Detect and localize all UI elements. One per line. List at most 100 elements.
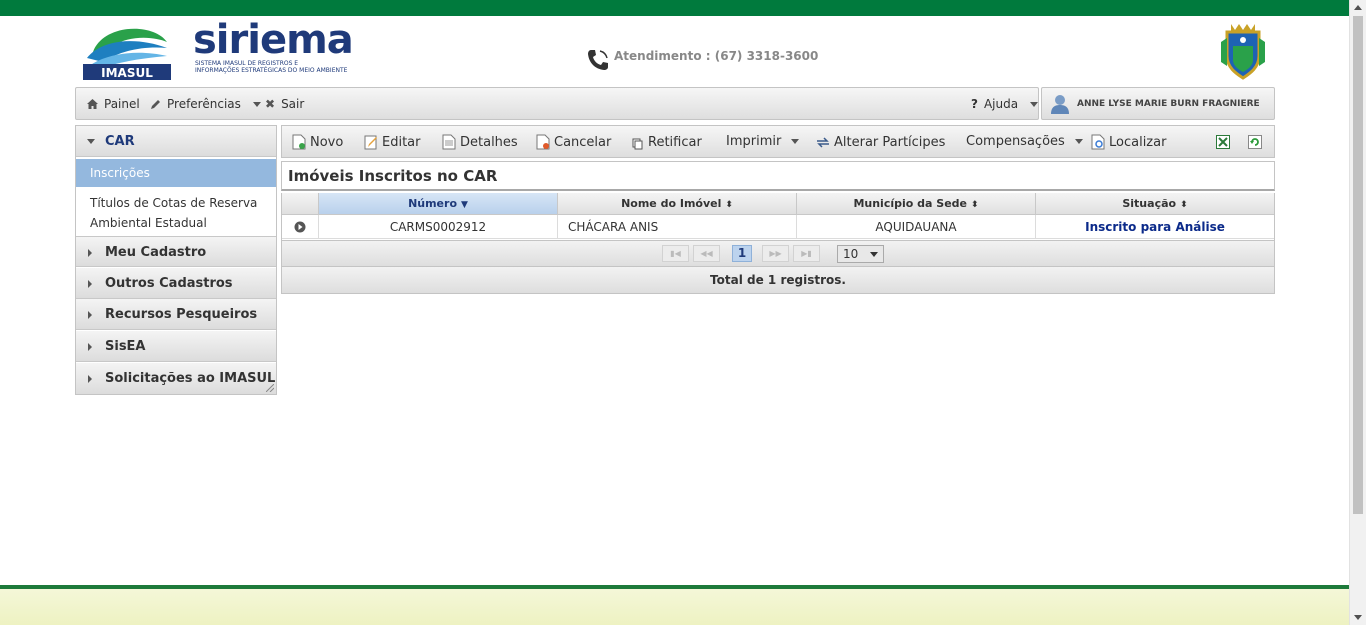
compensacoes-button[interactable]: Compensações <box>966 134 1083 149</box>
sidebar-section-meu-cadastro[interactable]: Meu Cadastro <box>76 236 276 267</box>
cell-situacao: Inscrito para Análise <box>1036 215 1274 239</box>
detalhes-label: Detalhes <box>460 134 518 150</box>
user-box[interactable]: ANNE LYSE MARIE BURN FRAGNIERE <box>1041 87 1275 120</box>
copy-icon <box>632 138 643 150</box>
imprimir-button[interactable]: Imprimir <box>726 134 800 149</box>
grid-header-expander <box>282 193 319 215</box>
menu-ajuda[interactable]: ? Ajuda <box>971 97 1039 111</box>
menu-ajuda-label: Ajuda <box>983 97 1019 111</box>
panel-title: Imóveis Inscritos no CAR <box>288 167 498 185</box>
excel-export-icon[interactable] <box>1216 135 1230 149</box>
refresh-icon[interactable] <box>1248 135 1262 149</box>
state-coat-of-arms-icon <box>1221 24 1265 80</box>
details-icon <box>442 134 456 150</box>
chevron-right-icon <box>88 375 92 383</box>
pager-next-button[interactable]: ▶▶ <box>762 245 789 262</box>
sort-icon: ⬍ <box>725 200 733 210</box>
actions-toolbar: Novo Editar Detalhes Cancelar Retificar … <box>281 125 1275 158</box>
siriema-logo: siriema SISTEMA IMASUL DE REGISTROS E IN… <box>193 20 363 82</box>
user-avatar-icon <box>1051 95 1069 114</box>
scroll-thumb[interactable] <box>1353 16 1363 514</box>
sidebar-item-inscricoes-label: Inscrições <box>90 166 150 180</box>
page-size-select[interactable]: 10 <box>837 245 884 263</box>
siriema-subtitle-2: INFORMAÇÕES ESTRATÉGICAS DO MEIO AMBIENT… <box>195 67 348 74</box>
data-grid: Número ▼ Nome do Imóvel ⬍ Município da Sed… <box>281 193 1275 240</box>
sidebar-section-outros-cadastros[interactable]: Outros Cadastros <box>76 268 276 299</box>
row-expander[interactable] <box>282 215 319 239</box>
cell-numero: CARMS0002912 <box>319 215 558 239</box>
menu-preferencias[interactable]: Preferências <box>150 97 261 111</box>
retificar-label: Retificar <box>648 134 702 150</box>
editar-label: Editar <box>382 134 421 150</box>
new-document-icon <box>292 134 306 150</box>
retificar-button[interactable]: Retificar <box>630 134 702 150</box>
cell-nome: CHÁCARA ANIS <box>558 215 797 239</box>
sort-desc-icon: ▼ <box>461 200 468 210</box>
alterar-participes-button[interactable]: Alterar Partícipes <box>816 134 945 150</box>
siriema-logo-text: siriema <box>193 17 354 63</box>
grid-header-municipio-label: Município da Sede <box>853 197 967 210</box>
phone-icon <box>588 50 608 70</box>
sidebar: CAR Inscrições Títulos de Cotas de Reser… <box>75 125 277 395</box>
menu-painel[interactable]: Painel <box>87 97 140 111</box>
page-scrollbar[interactable] <box>1349 0 1366 625</box>
atendimento-text: Atendimento : (67) 3318-3600 <box>614 49 819 63</box>
sidebar-section-car-label: CAR <box>105 134 135 149</box>
sidebar-section-label: Recursos Pesqueiros <box>105 307 258 322</box>
grid-header-numero-label: Número <box>408 197 458 210</box>
grid-header-nome-label: Nome do Imóvel <box>621 197 722 210</box>
cancelar-label: Cancelar <box>554 134 612 150</box>
grid-header-numero[interactable]: Número ▼ <box>319 193 558 215</box>
scroll-up-arrow-icon[interactable] <box>1354 5 1362 10</box>
chevron-right-icon <box>88 249 92 257</box>
localizar-button[interactable]: Localizar <box>1091 134 1166 150</box>
help-icon: ? <box>971 97 978 111</box>
sidebar-item-inscricoes[interactable]: Inscrições <box>76 159 276 187</box>
chevron-down-icon <box>1030 101 1039 107</box>
sidebar-section-label: Meu Cadastro <box>105 245 207 260</box>
grid-header-municipio[interactable]: Município da Sede ⬍ <box>797 193 1036 215</box>
edit-icon <box>364 135 377 150</box>
home-icon <box>87 99 98 109</box>
sidebar-section-sisea[interactable]: SisEA <box>76 331 276 362</box>
page-size-value: 10 <box>843 247 859 261</box>
sort-icon: ⬍ <box>971 200 979 210</box>
menu-sair-label: Sair <box>281 97 305 111</box>
pager-first-button[interactable]: ▮◀ <box>662 245 689 262</box>
pager-prev-button[interactable]: ◀◀ <box>693 245 720 262</box>
imprimir-label: Imprimir <box>726 134 782 149</box>
menu-preferencias-label: Preferências <box>167 97 241 111</box>
footer <box>0 589 1349 625</box>
situacao-status[interactable]: Inscrito para Análise <box>1085 220 1225 234</box>
novo-button[interactable]: Novo <box>292 134 343 150</box>
top-green-bar <box>0 0 1349 16</box>
imasul-logo: IMASUL <box>83 28 171 80</box>
grid-header-nome[interactable]: Nome do Imóvel ⬍ <box>558 193 797 215</box>
novo-label: Novo <box>310 134 344 150</box>
pager: ▮◀ ◀◀ 1 ▶▶ ▶▮ 10 <box>281 240 1275 267</box>
menu-sair[interactable]: ✖ Sair <box>265 97 304 111</box>
chevron-right-icon <box>88 311 92 319</box>
grid-header-situacao[interactable]: Situação ⬍ <box>1036 193 1274 215</box>
sidebar-section-recursos-pesqueiros[interactable]: Recursos Pesqueiros <box>76 299 276 330</box>
sidebar-section-car[interactable]: CAR <box>76 126 276 157</box>
scroll-down-arrow-icon[interactable] <box>1354 615 1362 620</box>
pager-last-button[interactable]: ▶▮ <box>793 245 820 262</box>
chevron-right-icon <box>88 343 92 351</box>
swap-icon <box>817 137 829 148</box>
user-name: ANNE LYSE MARIE BURN FRAGNIERE <box>1077 99 1260 109</box>
resize-handle-icon[interactable] <box>266 384 274 392</box>
pager-current-page[interactable]: 1 <box>732 245 752 262</box>
editar-button[interactable]: Editar <box>364 134 421 150</box>
detalhes-button[interactable]: Detalhes <box>442 134 518 150</box>
grid-header-situacao-label: Situação <box>1122 197 1177 210</box>
search-document-icon <box>1091 134 1105 150</box>
chevron-down-icon <box>252 101 261 107</box>
compensacoes-label: Compensações <box>966 134 1065 149</box>
sidebar-section-solicitacoes[interactable]: Solicitações ao IMASUL <box>76 363 276 394</box>
sidebar-item-titulos[interactable]: Títulos de Cotas de Reserva Ambiental Es… <box>90 193 270 233</box>
total-records: Total de 1 registros. <box>281 267 1275 294</box>
sort-icon: ⬍ <box>1180 200 1188 210</box>
cancelar-button[interactable]: Cancelar <box>536 134 611 150</box>
cell-municipio: AQUIDAUANA <box>797 215 1036 239</box>
